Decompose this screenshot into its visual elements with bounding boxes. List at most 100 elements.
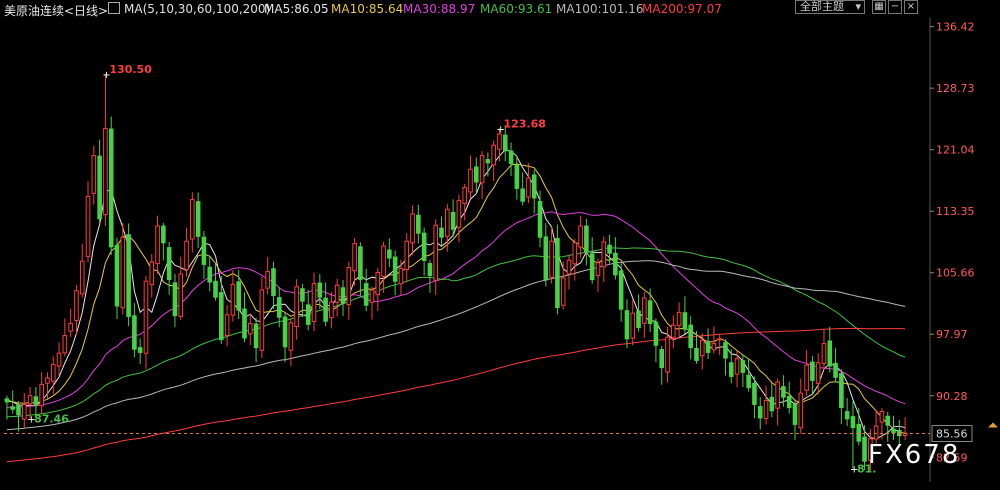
candle-body	[647, 300, 653, 325]
theme-select[interactable]: 全部主题	[795, 0, 865, 14]
candle	[543, 223, 549, 287]
candle	[305, 289, 311, 331]
candle	[346, 261, 352, 320]
grid-icon[interactable]: ▦	[872, 0, 886, 14]
y-tick-label: 121.04	[936, 144, 975, 157]
candle-body	[56, 352, 62, 367]
candle	[224, 304, 230, 347]
candle	[705, 328, 711, 360]
candle	[688, 316, 693, 360]
y-tick-label: 90.28	[936, 390, 968, 403]
candle	[566, 255, 572, 290]
candle	[247, 313, 253, 345]
candle-body	[265, 271, 270, 289]
candle	[676, 302, 682, 337]
candle	[421, 227, 427, 276]
candle-body	[363, 283, 369, 306]
extreme-label: 123.68	[503, 118, 545, 131]
candle-body	[375, 271, 381, 296]
y-tick-label: 128.73	[936, 82, 975, 95]
candle-body	[184, 240, 189, 270]
candle-body	[323, 297, 328, 322]
y-tick-label: 113.35	[936, 205, 975, 218]
candle-body	[195, 201, 201, 237]
candle	[636, 294, 641, 332]
candle-body	[103, 127, 108, 216]
candle	[572, 238, 578, 281]
candle	[62, 318, 68, 357]
candle	[473, 157, 479, 194]
candle-body	[491, 144, 496, 166]
candle	[873, 409, 879, 444]
candle	[79, 243, 85, 298]
candle-body	[433, 224, 439, 281]
candle	[201, 231, 207, 280]
candle	[468, 155, 473, 200]
candle-body	[636, 310, 641, 329]
candle-body	[601, 241, 607, 268]
candle	[369, 286, 375, 320]
candle	[242, 292, 247, 343]
candle-body	[450, 212, 456, 230]
candle	[172, 273, 178, 328]
candle-body	[746, 374, 751, 389]
close-icon[interactable]: ×	[904, 0, 918, 14]
candle-body	[763, 399, 769, 420]
candle-body	[595, 262, 601, 276]
candle-body	[578, 225, 583, 248]
candle	[653, 318, 659, 363]
price-axis: 136.42 128.73 121.04 113.35 105.66 97.97 90.28…	[929, 18, 975, 482]
ma60-value: MA60:93.61	[480, 2, 553, 16]
candle-body	[242, 308, 247, 339]
instrument-title[interactable]: 美原油连续<日线>	[4, 2, 108, 19]
y-tick-label: 97.97	[936, 328, 968, 341]
candle-body	[613, 252, 618, 276]
chart-type-icon[interactable]	[108, 2, 120, 14]
minus-icon[interactable]: −	[888, 0, 902, 14]
candle-body	[120, 236, 126, 309]
candle-body	[27, 395, 33, 405]
candle-body	[190, 199, 195, 240]
candle-body	[584, 225, 589, 253]
candle	[746, 358, 751, 392]
candle-body	[514, 164, 520, 189]
candle	[410, 205, 415, 256]
candlestick-chart[interactable]: 136.42 128.73 121.04 113.35 105.66 97.97 90.28…	[0, 0, 1000, 490]
candle-body	[752, 382, 757, 405]
ma30-value: MA30:88.97	[403, 2, 476, 16]
candle-body	[699, 339, 705, 357]
candle-body	[45, 377, 50, 384]
candle	[491, 140, 496, 182]
extreme-label: 87.46	[34, 412, 69, 425]
candle	[91, 146, 97, 205]
candle-body	[798, 392, 804, 429]
candle	[375, 267, 381, 311]
candle	[253, 317, 259, 363]
candle-body	[456, 199, 462, 228]
candle-body	[676, 311, 682, 327]
candle	[137, 338, 143, 364]
candle	[56, 342, 62, 376]
candle	[230, 270, 236, 322]
candle	[618, 262, 624, 322]
candle-body	[276, 297, 282, 318]
candle	[821, 329, 827, 370]
candle-body	[97, 155, 102, 220]
candle-body	[589, 253, 595, 281]
candle	[294, 279, 299, 340]
candle	[114, 237, 120, 319]
candle	[97, 139, 102, 224]
candle-body	[508, 150, 514, 165]
candle-body	[810, 361, 815, 381]
candle	[427, 259, 433, 293]
candle	[624, 299, 630, 349]
candle	[178, 256, 184, 320]
candle	[555, 224, 560, 315]
candle-body	[410, 213, 415, 244]
candle	[363, 268, 369, 312]
candle	[50, 356, 56, 395]
candle-body	[91, 155, 97, 194]
ma-parameters[interactable]: MA(5,10,30,60,100,200)	[124, 2, 270, 16]
candle	[126, 223, 131, 326]
candle	[723, 339, 728, 376]
